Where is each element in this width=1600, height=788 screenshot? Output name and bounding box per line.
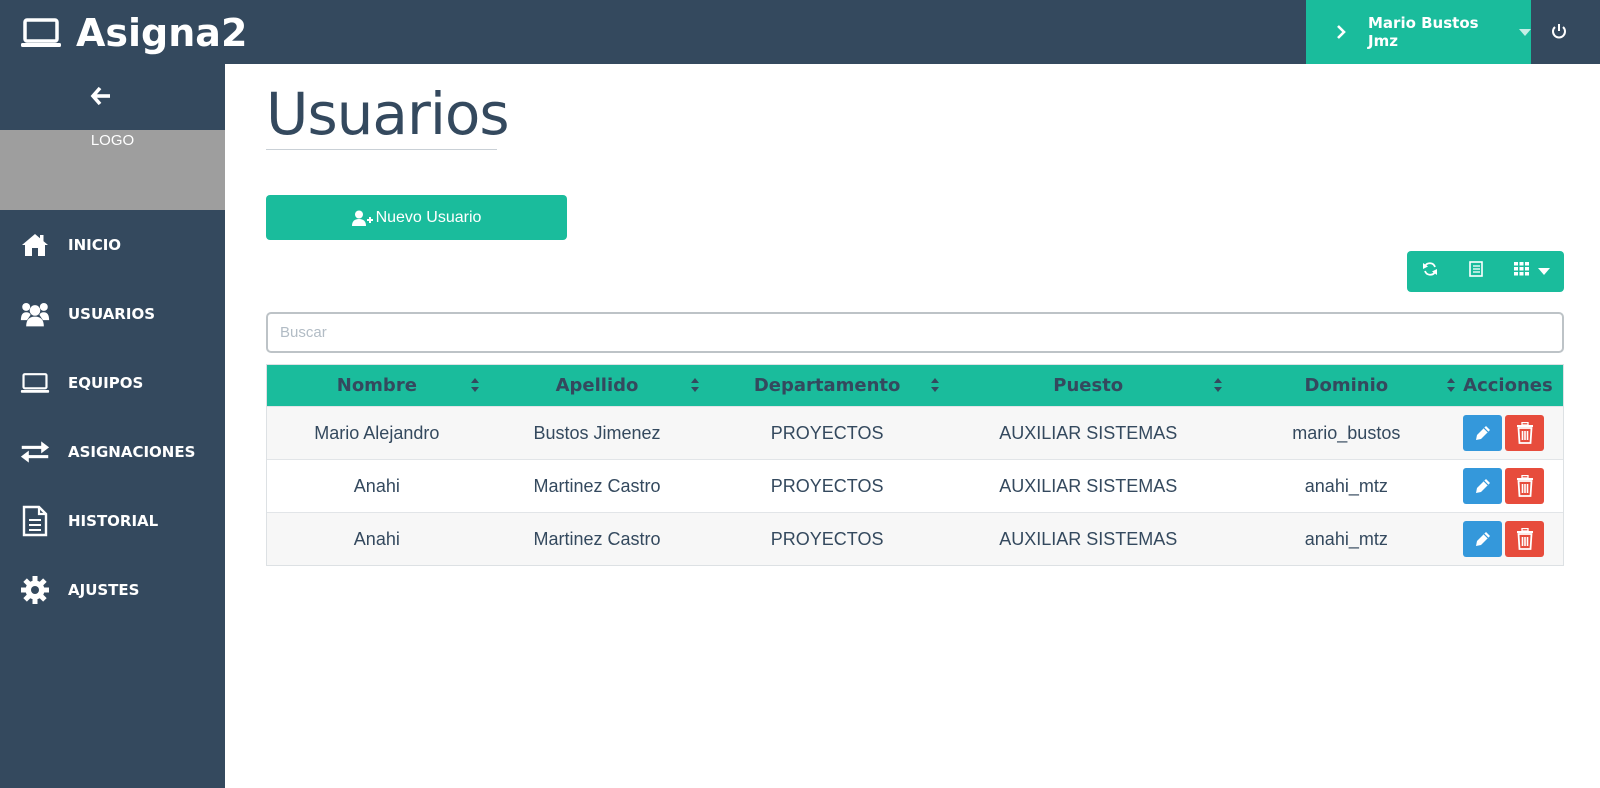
user-name: Mario Bustos Jmz <box>1368 14 1479 50</box>
cell-departamento: PROYECTOS <box>770 422 884 443</box>
delete-button[interactable] <box>1505 468 1545 504</box>
new-user-button[interactable]: Nuevo Usuario <box>266 195 567 240</box>
document-icon <box>20 505 50 536</box>
pencil-icon <box>1475 532 1490 546</box>
trash-icon <box>1516 528 1533 550</box>
grid-icon <box>1513 262 1529 281</box>
home-icon <box>20 231 50 259</box>
exchange-icon <box>20 438 50 466</box>
gear-icon <box>20 575 50 604</box>
cell-dominio: anahi_mtz <box>1304 475 1388 496</box>
column-header-departamento[interactable]: Departamento <box>707 365 947 406</box>
power-icon[interactable] <box>1550 22 1568 42</box>
user-plus-icon <box>351 210 374 226</box>
sort-icon <box>1213 378 1222 392</box>
users-icon <box>20 300 50 328</box>
sidebar-item-ajustes[interactable]: AJUSTES <box>0 555 225 624</box>
cell-apellido: Martinez Castro <box>533 475 661 496</box>
sidebar-item-equipos[interactable]: EQUIPOS <box>0 348 225 417</box>
cell-dominio: anahi_mtz <box>1304 528 1388 549</box>
column-header-puesto[interactable]: Puesto <box>947 365 1230 406</box>
sidebar: LOGO INICIO USUARIOS EQUIPOS ASIGNACIONE… <box>0 64 225 788</box>
trash-icon <box>1516 422 1533 444</box>
list-view-icon <box>1469 261 1483 282</box>
cell-nombre: Anahi <box>353 528 400 549</box>
cell-apellido: Martinez Castro <box>533 528 661 549</box>
cell-acciones <box>1463 460 1563 512</box>
column-header-dominio[interactable]: Dominio <box>1230 365 1464 406</box>
pencil-icon <box>1475 426 1490 440</box>
sidebar-item-label: USUARIOS <box>68 304 155 323</box>
pencil-icon <box>1475 479 1490 493</box>
sidebar-nav: INICIO USUARIOS EQUIPOS ASIGNACIONES HIS… <box>0 210 225 624</box>
refresh-button[interactable] <box>1407 251 1453 292</box>
cell-acciones <box>1463 407 1563 459</box>
cell-nombre: Anahi <box>353 475 400 496</box>
laptop-icon <box>20 17 62 49</box>
table-toolbar <box>1407 251 1564 292</box>
arrow-left-icon[interactable] <box>90 86 112 106</box>
search-input[interactable] <box>266 312 1564 353</box>
cell-acciones <box>1463 513 1563 565</box>
user-menu-dropdown[interactable]: Mario Bustos Jmz <box>1306 0 1531 64</box>
sidebar-item-label: ASIGNACIONES <box>68 442 196 461</box>
sidebar-item-inicio[interactable]: INICIO <box>0 210 225 279</box>
columns-dropdown-button[interactable] <box>1499 251 1564 292</box>
edit-button[interactable] <box>1463 521 1503 557</box>
table-row: Anahi Martinez Castro PROYECTOS AUXILIAR… <box>267 512 1563 565</box>
toggle-view-button[interactable] <box>1453 251 1499 292</box>
column-header-apellido[interactable]: Apellido <box>487 365 708 406</box>
cell-departamento: PROYECTOS <box>770 475 884 496</box>
users-table: Nombre Apellido Departamento Puesto Domi… <box>266 364 1564 566</box>
logo-label: LOGO <box>90 132 135 149</box>
cell-dominio: mario_bustos <box>1292 422 1401 443</box>
sidebar-item-label: INICIO <box>68 235 122 254</box>
app-title: Asigna2 <box>76 11 248 55</box>
title-divider <box>266 149 497 150</box>
table-row: Anahi Martinez Castro PROYECTOS AUXILIAR… <box>267 459 1563 512</box>
cell-puesto: AUXILIAR SISTEMAS <box>999 528 1178 549</box>
cell-puesto: AUXILIAR SISTEMAS <box>999 475 1178 496</box>
edit-button[interactable] <box>1463 415 1503 451</box>
sort-icon <box>470 378 479 392</box>
sidebar-item-label: AJUSTES <box>68 580 140 599</box>
sort-icon <box>1447 378 1456 392</box>
page-title: Usuarios <box>266 80 510 148</box>
cell-apellido: Bustos Jimenez <box>533 422 661 443</box>
laptop-icon <box>20 369 50 397</box>
sidebar-item-usuarios[interactable]: USUARIOS <box>0 279 225 348</box>
delete-button[interactable] <box>1505 521 1545 557</box>
trash-icon <box>1516 475 1533 497</box>
refresh-icon <box>1422 261 1438 282</box>
chevron-right-icon <box>1334 25 1348 39</box>
sidebar-item-historial[interactable]: HISTORIAL <box>0 486 225 555</box>
table-row: Mario Alejandro Bustos Jimenez PROYECTOS… <box>267 406 1563 459</box>
sort-icon <box>930 378 939 392</box>
sidebar-item-label: EQUIPOS <box>68 373 144 392</box>
caret-down-icon <box>1537 268 1550 275</box>
caret-down-icon <box>1519 28 1531 36</box>
brand[interactable]: Asigna2 <box>20 8 247 58</box>
table-header: Nombre Apellido Departamento Puesto Domi… <box>267 365 1563 406</box>
cell-puesto: AUXILIAR SISTEMAS <box>999 422 1178 443</box>
column-header-nombre[interactable]: Nombre <box>267 365 487 406</box>
top-bar: Asigna2 Mario Bustos Jmz <box>0 0 1600 64</box>
new-user-label: Nuevo Usuario <box>375 208 482 226</box>
sort-icon <box>691 378 700 392</box>
cell-departamento: PROYECTOS <box>770 528 884 549</box>
delete-button[interactable] <box>1505 415 1545 451</box>
edit-button[interactable] <box>1463 468 1503 504</box>
sidebar-item-asignaciones[interactable]: ASIGNACIONES <box>0 417 225 486</box>
cell-nombre: Mario Alejandro <box>314 422 440 443</box>
sidebar-item-label: HISTORIAL <box>68 511 159 530</box>
column-header-acciones: Acciones <box>1463 375 1553 396</box>
